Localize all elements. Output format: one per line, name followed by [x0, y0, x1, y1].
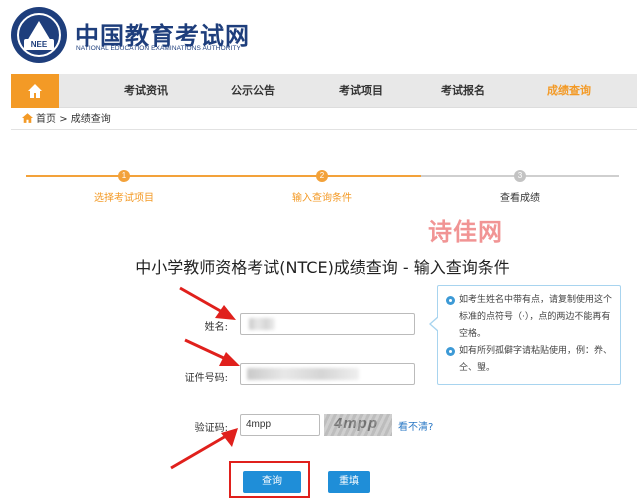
input-tips-box: 如考生姓名中带有点，请复制使用这个标准的点符号（·），点的两边不能再有空格。 如…	[429, 285, 621, 385]
logo-triangle	[27, 21, 51, 41]
id-number-input[interactable]	[240, 363, 415, 385]
step-2-dot: 2	[316, 170, 328, 182]
captcha-refresh-link[interactable]: 看不清?	[398, 418, 433, 433]
captcha-image[interactable]: 4mpp	[324, 414, 392, 436]
step-3-label: 查看成绩	[500, 193, 540, 204]
breadcrumb-divider	[11, 129, 637, 130]
info-bullet-icon	[446, 296, 455, 305]
nav-item-exam-news[interactable]: 考试资讯	[101, 74, 191, 108]
site-name-english: NATIONAL EDUCATION EXAMINATIONS AUTHORIT…	[76, 45, 241, 52]
breadcrumb: 首页 > 成绩查询	[22, 113, 111, 127]
id-number-label: 证件号码:	[184, 373, 228, 384]
watermark: 诗佳网	[428, 218, 503, 246]
breadcrumb-current: 成绩查询	[70, 114, 111, 125]
arrow-to-captcha	[170, 428, 238, 470]
site-header: NEE 中国教育考试网 NATIONAL EDUCATION EXAMINATI…	[0, 0, 637, 72]
nav-item-announcements[interactable]: 公示公告	[208, 74, 298, 108]
step-progress-done	[26, 175, 421, 177]
nav-item-registration[interactable]: 考试报名	[418, 74, 508, 108]
id-number-redacted	[247, 368, 359, 380]
nee-logo[interactable]: NEE	[11, 7, 67, 63]
query-button[interactable]: 查询	[243, 471, 301, 493]
nav-home-button[interactable]	[11, 74, 59, 108]
reset-button[interactable]: 重填	[328, 471, 370, 493]
page-title: 中小学教师资格考试(NTCE)成绩查询 - 输入查询条件	[135, 258, 510, 277]
name-redacted	[249, 318, 275, 330]
step-3-dot: 3	[514, 170, 526, 182]
breadcrumb-home-icon	[22, 113, 33, 123]
step-2-label: 输入查询条件	[292, 193, 352, 204]
nav-item-exam-projects[interactable]: 考试项目	[316, 74, 406, 108]
tip-item: 如有所列孤僻字请粘贴使用，例：奍、仝、琞。	[446, 343, 614, 377]
tip-item: 如考生姓名中带有点，请复制使用这个标准的点符号（·），点的两边不能再有空格。	[446, 292, 614, 343]
arrow-to-id	[184, 338, 240, 366]
name-label: 姓名:	[204, 322, 228, 333]
home-icon	[28, 84, 42, 98]
breadcrumb-separator: >	[59, 114, 68, 125]
name-input[interactable]	[240, 313, 415, 335]
nav-item-score-query[interactable]: 成绩查询	[524, 74, 614, 108]
step-1-label: 选择考试项目	[94, 193, 154, 204]
logo-text: NEE	[30, 40, 48, 49]
captcha-label: 验证码:	[194, 423, 228, 434]
info-bullet-icon	[446, 347, 455, 356]
arrow-to-name	[179, 286, 236, 320]
step-1-dot: 1	[118, 170, 130, 182]
captcha-input[interactable]: 4mpp	[240, 414, 320, 436]
breadcrumb-home-link[interactable]: 首页	[36, 114, 56, 125]
main-nav: 考试资讯 公示公告 考试项目 考试报名 成绩查询	[11, 74, 637, 108]
